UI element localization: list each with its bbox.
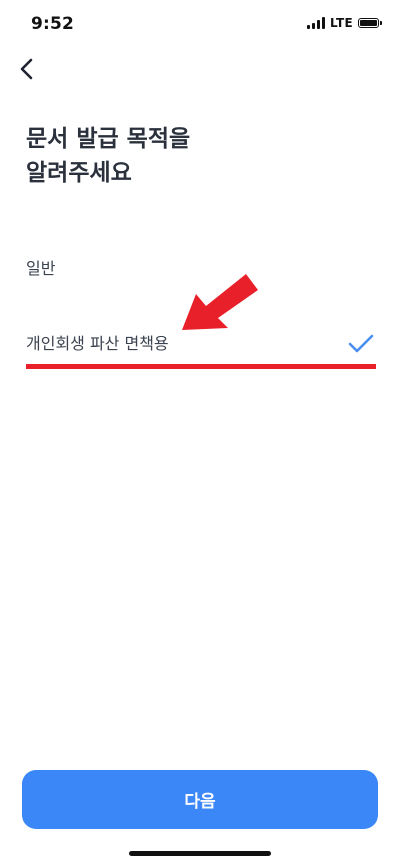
signal-bars-icon [307,17,326,29]
status-time: 9:52 [31,14,75,34]
option-general-label: 일반 [26,259,56,278]
page-title: 문서 발급 목적을 알려주세요 [26,122,366,190]
back-button[interactable] [12,54,42,84]
option-personal-rehabilitation-label: 개인회생 파산 면책용 [26,334,169,353]
checkmark-icon [348,334,374,353]
highlight-underline [26,364,376,369]
home-indicator [129,851,271,856]
arrow-icon [182,274,258,330]
page-title-line-1: 문서 발급 목적을 [26,126,191,152]
network-type: LTE [330,16,353,30]
chevron-left-icon [20,58,33,80]
status-icons: LTE [307,16,382,30]
option-personal-rehabilitation[interactable]: 개인회생 파산 면책용 [26,330,376,358]
status-bar: 9:52 LTE [0,0,400,48]
page-title-line-2: 알려주세요 [26,160,132,186]
next-button[interactable]: 다음 [22,770,378,829]
battery-icon [358,18,382,28]
